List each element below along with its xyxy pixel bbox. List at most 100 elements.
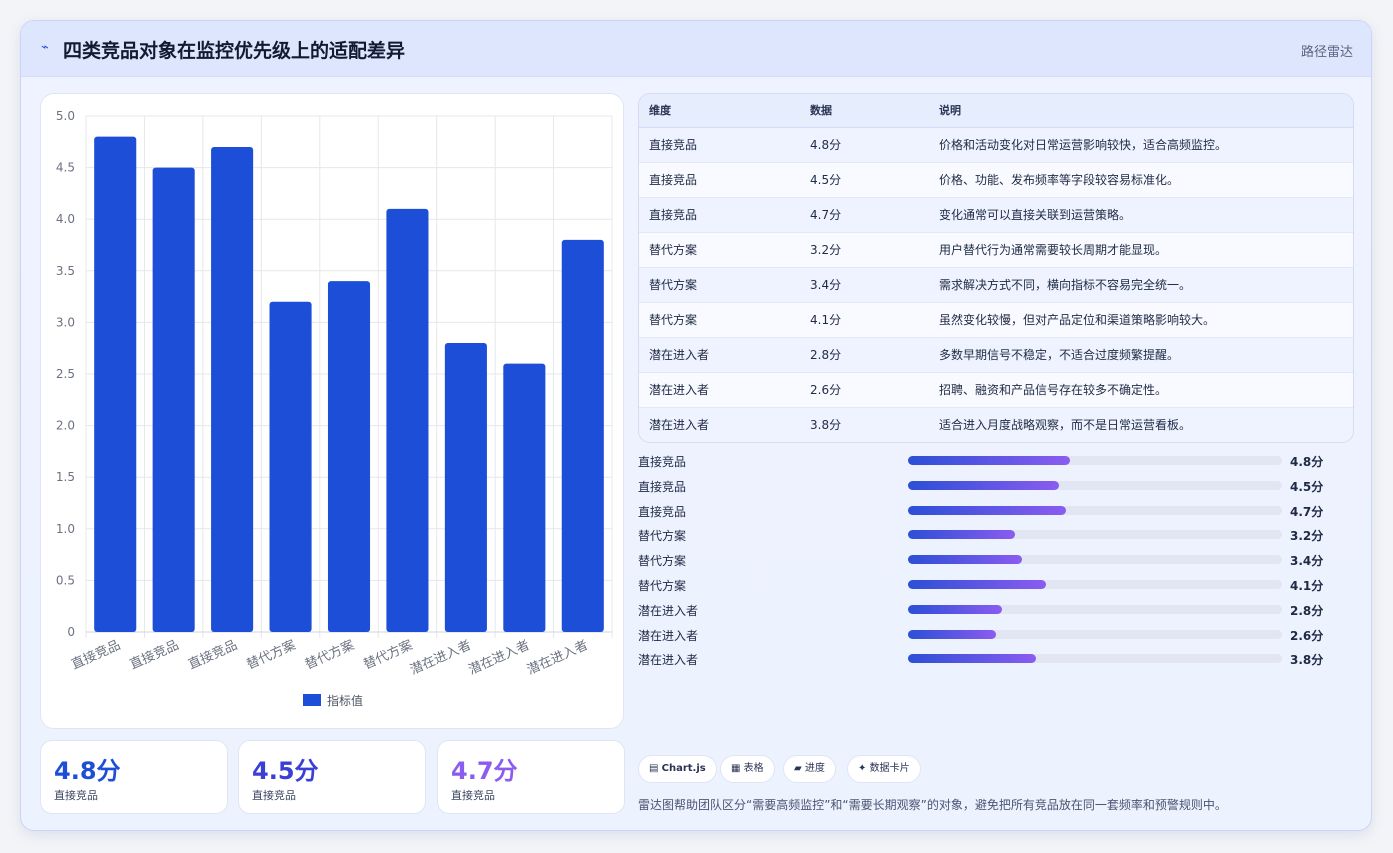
progress-track — [908, 604, 1282, 614]
bar — [211, 146, 254, 632]
table-row: 潜在进入者 2.8分 多数早期信号不稳定，不适合过度频繁提醒。 — [639, 337, 1353, 373]
data-table: 维度 数据 说明 直接竞品 4.8分 价格和活动变化对日常运营影响较快，适合高频监控… — [639, 94, 1353, 442]
x-tick-label: 替代方案 — [361, 637, 415, 673]
chart-icon: ▤ — [649, 763, 659, 774]
progress-label: 直接竞品 — [638, 504, 687, 519]
page-title: 四类竞品对象在监控优先级上的适配差异 — [63, 40, 406, 62]
table-row: 替代方案 3.4分 需求解决方式不同，横向指标不容易完全统一。 — [639, 267, 1353, 303]
table-header-dimension: 维度 — [639, 94, 810, 128]
y-tick-label: 3.5 — [56, 264, 75, 278]
y-tick-label: 1.5 — [56, 470, 75, 484]
chip-table[interactable]: ▦ 表格 — [720, 755, 775, 783]
table-cell: 3.4分 — [810, 267, 939, 303]
y-tick-label: 2.0 — [56, 419, 75, 433]
progress-fill — [908, 580, 1046, 589]
table-cell: 3.2分 — [810, 232, 939, 268]
progress-fill — [908, 456, 1070, 465]
chip-chartjs[interactable]: ▤ Chart.js — [638, 755, 717, 783]
progress-label: 替代方案 — [638, 554, 687, 569]
progress-track — [908, 505, 1282, 515]
table-icon: ▦ — [731, 763, 741, 774]
progress-track — [908, 555, 1282, 565]
legend-swatch — [303, 694, 321, 706]
table-cell: 4.5分 — [810, 162, 939, 198]
progress-label: 替代方案 — [638, 579, 687, 593]
stat-label-2: 直接竞品 — [252, 789, 296, 802]
x-tick-label: 潜在进入者 — [408, 638, 473, 678]
table-row: 直接竞品 4.7分 变化通常可以直接关联到运营策略。 — [639, 197, 1353, 233]
bar-chart-panel: 0 0.5 1.0 1.5 2.0 2.5 3.0 3.5 4.0 4.5 5.0 直接竞品 直接竞品直… — [40, 93, 624, 729]
table-row: 潜在进入者 3.8分 适合进入月度战略观察，而不是日常运营看板。 — [639, 407, 1353, 442]
progress-row: 潜在进入者 3.8分 — [638, 649, 1354, 667]
progress-label: 直接竞品 — [638, 479, 687, 494]
bar — [561, 239, 604, 632]
progress-value: 4.8分 — [1290, 455, 1324, 469]
table-cell: 用户替代行为通常需要较长周期才能显现。 — [939, 232, 1353, 268]
header-tag: 路径雷达 — [1300, 45, 1353, 60]
progress-track — [908, 580, 1282, 589]
progress-fill — [908, 555, 1023, 565]
progress-value: 3.2分 — [1290, 529, 1324, 544]
progress-fill — [908, 480, 1060, 490]
table-cell: 替代方案 — [639, 232, 810, 268]
progress-row: 替代方案 3.2分 — [638, 525, 1354, 543]
table-cell: 替代方案 — [639, 302, 810, 338]
table-row: 替代方案 4.1分 虽然变化较慢，但对产品定位和渠道策略影响较大。 — [639, 302, 1353, 338]
progress-label: 潜在进入者 — [638, 653, 699, 668]
table-cell: 3.8分 — [810, 407, 939, 442]
table-header-note: 说明 — [939, 94, 1353, 128]
bar-chart: 00.51.01.52.02.53.03.54.04.55.0直接竞品 直接竞品直… — [56, 109, 613, 708]
chip-label: Chart.js — [661, 763, 706, 774]
progress-row: 直接竞品 4.8分 — [638, 451, 1354, 469]
progress-list: 直接竞品 4.8分 直接竞品 4.5分 直接竞品 4.7分 替代方案 3.2分 替代方案 3.4分… — [638, 451, 1354, 671]
chip-data-card[interactable]: ✦ 数据卡片 — [847, 755, 921, 783]
table-cell: 招聘、融资和产品信号存在较多不确定性。 — [939, 372, 1353, 408]
y-tick-label: 2.5 — [56, 367, 75, 381]
progress-track — [908, 629, 1282, 639]
table-cell: 直接竞品 — [639, 127, 810, 163]
table-cell: 变化通常可以直接关联到运营策略。 — [939, 197, 1353, 233]
x-tick-label: 潜在进入者 — [525, 638, 590, 678]
table-cell: 价格、功能、发布频率等字段较容易标准化。 — [939, 162, 1353, 198]
progress-label: 直接竞品 — [638, 455, 687, 469]
chip-progress[interactable]: ▰ 进度 — [783, 755, 836, 783]
table-cell: 直接竞品 — [639, 197, 810, 233]
table-cell: 潜在进入者 — [639, 407, 810, 442]
y-tick-label: 1.0 — [56, 522, 75, 536]
table-cell: 潜在进入者 — [639, 337, 810, 373]
progress-icon: ▰ — [794, 763, 802, 774]
dashboard-card: ⌁ 四类竞品对象在监控优先级上的适配差异 路径雷达 0 0.5 1.0 1.5 2.0 2… — [20, 20, 1372, 831]
card-header: ⌁ 四类竞品对象在监控优先级上的适配差异 路径雷达 — [21, 21, 1371, 77]
table-row: 替代方案 3.2分 用户替代行为通常需要较长周期才能显现。 — [639, 232, 1353, 268]
x-tick-label: 替代方案 — [244, 637, 298, 673]
progress-value: 3.8分 — [1290, 653, 1324, 668]
chip-label: 数据卡片 — [869, 763, 910, 774]
progress-row: 潜在进入者 2.8分 — [638, 600, 1354, 618]
progress-value: 4.7分 — [1290, 504, 1324, 519]
progress-label: 替代方案 — [638, 529, 687, 544]
x-tick-label: 潜在进入者 — [466, 638, 531, 678]
chip-label: 进度 — [804, 763, 825, 774]
table-header-row: 维度 数据 说明 — [639, 94, 1353, 128]
table-row: 直接竞品 4.8分 价格和活动变化对日常运营影响较快，适合高频监控。 — [639, 127, 1353, 163]
table-cell: 虽然变化较慢，但对产品定位和渠道策略影响较大。 — [939, 302, 1353, 338]
table-cell: 4.8分 — [810, 127, 939, 163]
table-cell: 4.7分 — [810, 197, 939, 233]
progress-label: 潜在进入者 — [638, 603, 699, 618]
progress-track — [908, 654, 1282, 664]
progress-fill — [908, 505, 1066, 515]
progress-value: 2.6分 — [1290, 628, 1324, 643]
stat-card-2: 4.5分 直接竞品 — [238, 740, 426, 814]
progress-row: 直接竞品 4.7分 — [638, 501, 1354, 519]
table-cell: 直接竞品 — [639, 162, 810, 198]
bar — [269, 301, 312, 632]
progress-row: 替代方案 4.1分 — [638, 575, 1354, 593]
table-cell: 潜在进入者 — [639, 372, 810, 408]
table-row: 潜在进入者 2.6分 招聘、融资和产品信号存在较多不确定性。 — [639, 372, 1353, 408]
y-tick-label: 5.0 — [56, 109, 75, 123]
legend-label: 指标值 — [327, 693, 363, 708]
x-tick-label: 直接竞品 — [127, 637, 181, 673]
y-tick-label: 4.0 — [56, 212, 75, 226]
progress-track — [908, 480, 1282, 490]
x-tick-label: 替代方案 — [303, 637, 357, 673]
